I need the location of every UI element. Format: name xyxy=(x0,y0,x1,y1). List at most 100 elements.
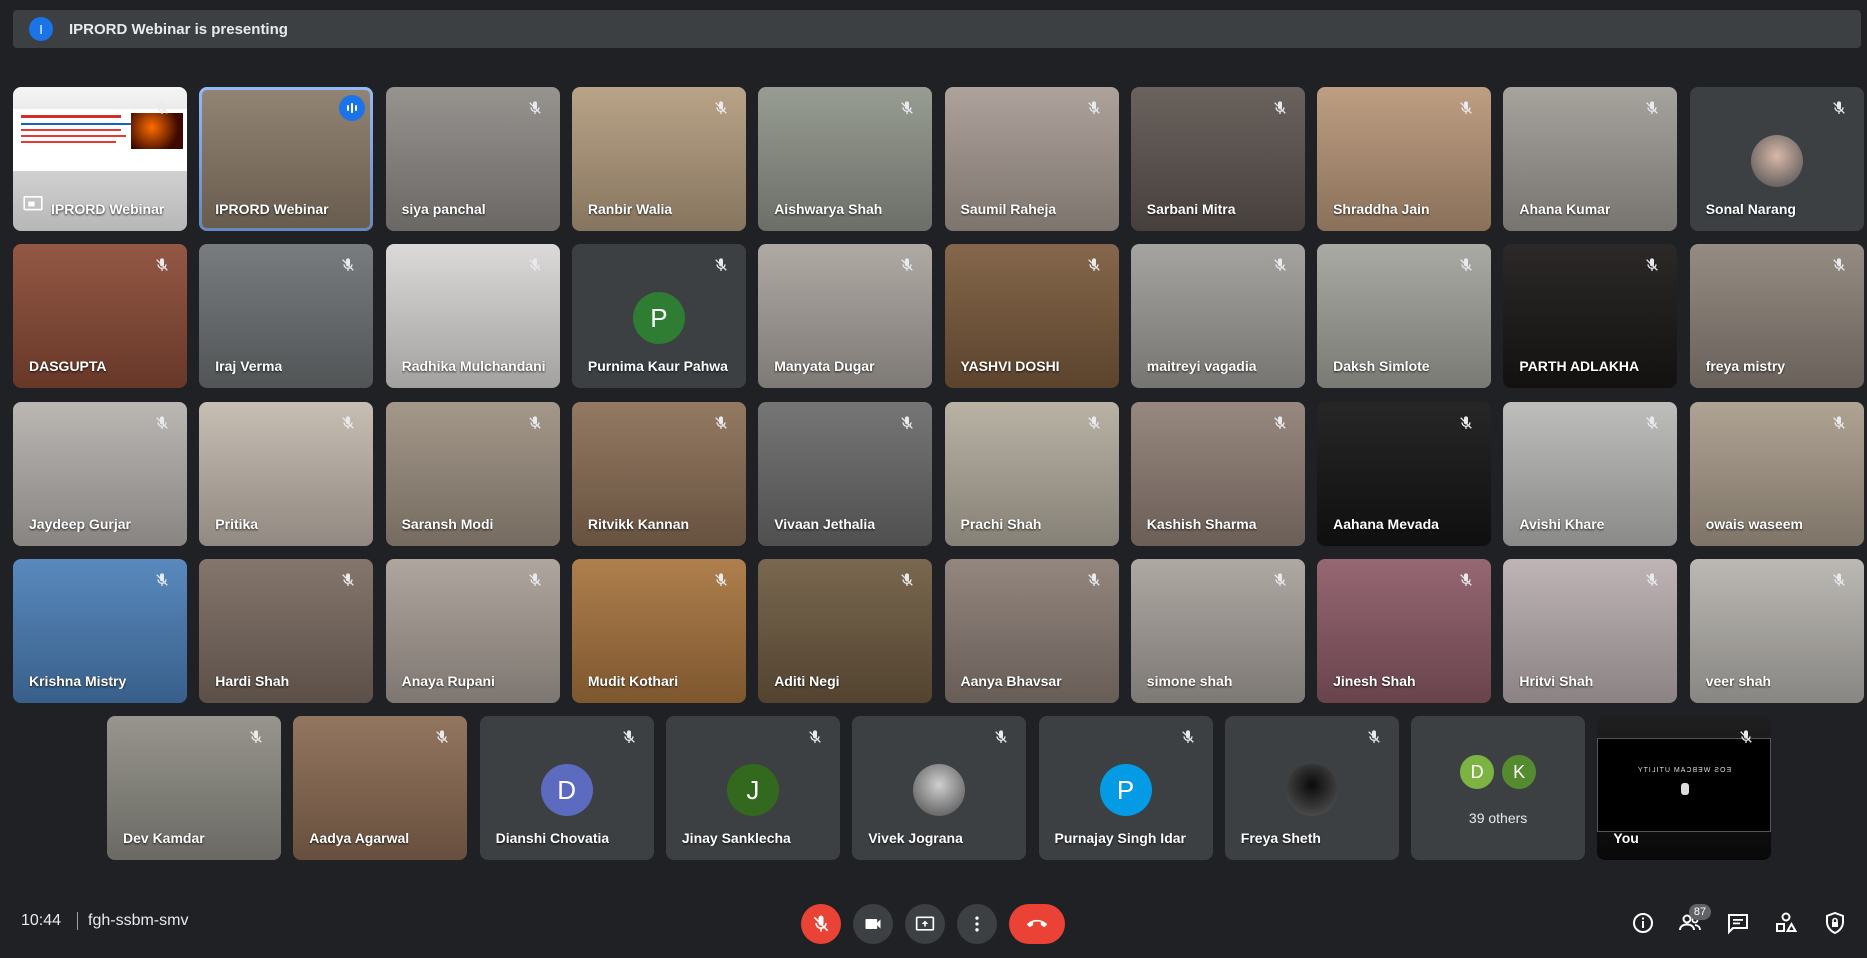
participant-name: Aditi Negi xyxy=(774,673,840,689)
participant-tile[interactable]: Aishwarya Shah xyxy=(758,87,933,231)
participant-tile[interactable]: simone shah xyxy=(1130,559,1305,703)
participant-tile[interactable]: maitreyi vagadia xyxy=(1130,244,1305,388)
participant-tile[interactable]: siya panchal xyxy=(385,87,560,231)
others-tile[interactable]: D K 39 others xyxy=(1411,716,1586,860)
participant-tile[interactable]: Radhika Mulchandani xyxy=(385,244,560,388)
participant-name: Manyata Dugar xyxy=(774,358,875,374)
mic-off-icon xyxy=(1455,412,1477,434)
participant-tile[interactable]: Vivek Jograna xyxy=(852,716,1027,860)
participant-name: Ranbir Walia xyxy=(587,201,673,217)
participant-tile[interactable]: Sonal Narang xyxy=(1689,87,1864,231)
participant-tile[interactable]: Aahana Mevada xyxy=(1317,402,1492,546)
participant-tile[interactable]: J Jinay Sanklecha xyxy=(665,716,840,860)
mic-off-icon xyxy=(1641,569,1663,591)
meeting-details-button[interactable] xyxy=(1630,910,1656,936)
participant-name: Saumil Raheja xyxy=(960,201,1057,217)
participant-tile[interactable]: Kashish Sharma xyxy=(1130,402,1305,546)
mic-toggle-button[interactable] xyxy=(801,904,841,944)
mic-off-icon xyxy=(1269,254,1291,276)
participant-tile[interactable]: Aanya Bhavsar xyxy=(944,559,1119,703)
participant-tile[interactable]: owais waseem xyxy=(1689,402,1864,546)
host-controls-button[interactable] xyxy=(1822,910,1848,936)
participant-name: Anaya Rupani xyxy=(401,673,495,689)
participant-tile[interactable]: Dev Kamdar xyxy=(107,716,281,860)
participant-name: Sarbani Mitra xyxy=(1146,201,1236,217)
participant-tile[interactable]: IPRORD Webinar xyxy=(199,87,374,231)
participants-count-badge: 87 xyxy=(1689,904,1711,920)
participant-tile[interactable]: PARTH ADLAKHA xyxy=(1503,244,1678,388)
leave-call-button[interactable] xyxy=(1009,904,1065,944)
participant-tile[interactable]: Sarbani Mitra xyxy=(1130,87,1305,231)
participant-tile[interactable]: Jinesh Shah xyxy=(1317,559,1492,703)
participant-tile[interactable]: Shraddha Jain xyxy=(1317,87,1492,231)
participant-tile[interactable]: Daksh Simlote xyxy=(1317,244,1492,388)
participant-tile[interactable]: Freya Sheth xyxy=(1224,716,1399,860)
participant-tile[interactable]: Aditi Negi xyxy=(758,559,933,703)
presenting-text: IPRORD Webinar is presenting xyxy=(69,20,288,38)
participant-tile[interactable]: IPRORD Webinar xyxy=(13,87,187,231)
participant-name: Aanya Bhavsar xyxy=(960,673,1062,689)
mic-off-icon xyxy=(896,569,918,591)
participant-tile[interactable]: D Dianshi Chovatia xyxy=(479,716,654,860)
participant-tile[interactable]: Mudit Kothari xyxy=(571,559,746,703)
participant-tile[interactable]: DASGUPTA xyxy=(13,244,187,388)
self-tile[interactable]: EOS WEBCAM UTILITY You xyxy=(1597,716,1772,860)
participant-tile[interactable]: Ahana Kumar xyxy=(1503,87,1678,231)
participant-name: YASHVI DOSHI xyxy=(960,358,1060,374)
chat-button[interactable] xyxy=(1725,910,1751,936)
more-options-button[interactable] xyxy=(957,904,997,944)
activities-button[interactable] xyxy=(1773,910,1799,936)
participant-tile[interactable]: Pritika xyxy=(199,402,374,546)
participant-tile[interactable]: Vivaan Jethalia xyxy=(758,402,933,546)
participant-tile[interactable]: P Purnima Kaur Pahwa xyxy=(571,244,746,388)
mic-off-icon xyxy=(1269,569,1291,591)
mic-off-icon xyxy=(1828,254,1850,276)
participant-tile[interactable]: Anaya Rupani xyxy=(385,559,560,703)
participant-name: Freya Sheth xyxy=(1240,830,1321,846)
mic-off-icon xyxy=(1828,97,1850,119)
participant-tile[interactable]: Prachi Shah xyxy=(944,402,1119,546)
mic-off-icon xyxy=(1735,726,1757,748)
others-count-label: 39 others xyxy=(1468,810,1528,826)
participant-tile[interactable]: freya mistry xyxy=(1689,244,1864,388)
participant-tile[interactable]: Iraj Verma xyxy=(199,244,374,388)
mic-off-icon xyxy=(1083,97,1105,119)
mic-off-icon xyxy=(618,726,640,748)
participant-name: Ritvikk Kannan xyxy=(587,516,690,532)
camera-icon xyxy=(865,919,881,929)
participant-tile[interactable]: Hritvi Shah xyxy=(1503,559,1678,703)
participant-tile[interactable]: Aadya Agarwal xyxy=(293,716,468,860)
participant-name: Sonal Narang xyxy=(1705,201,1796,217)
more-vert-icon xyxy=(975,916,979,932)
participant-avatar: P xyxy=(632,292,685,344)
participant-tile[interactable]: Saransh Modi xyxy=(385,402,560,546)
present-screen-button[interactable] xyxy=(905,904,945,944)
participant-tile[interactable]: Avishi Khare xyxy=(1503,402,1678,546)
participant-name: freya mistry xyxy=(1705,358,1786,374)
participant-tile[interactable]: Saumil Raheja xyxy=(944,87,1119,231)
mic-off-icon xyxy=(1455,254,1477,276)
participant-name: Purnima Kaur Pahwa xyxy=(587,358,728,374)
camera-toggle-button[interactable] xyxy=(853,904,893,944)
participant-name: You xyxy=(1613,830,1639,846)
mic-off-icon xyxy=(710,254,732,276)
participant-tile[interactable]: YASHVI DOSHI xyxy=(944,244,1119,388)
participant-tile[interactable]: Ranbir Walia xyxy=(571,87,746,231)
participant-tile[interactable]: veer shah xyxy=(1689,559,1864,703)
participant-tile[interactable]: Manyata Dugar xyxy=(758,244,933,388)
presentation-icon xyxy=(23,196,43,217)
participant-avatar: D xyxy=(540,764,593,816)
participant-tile[interactable]: P Purnajay Singh Idar xyxy=(1038,716,1213,860)
participant-name: Aadya Agarwal xyxy=(309,830,410,846)
mic-off-icon xyxy=(151,254,173,276)
end-call-icon xyxy=(1027,919,1047,928)
people-button[interactable]: 87 xyxy=(1677,904,1711,936)
participant-name: Aishwarya Shah xyxy=(774,201,883,217)
mic-off-icon xyxy=(524,97,546,119)
participant-tile[interactable]: Hardi Shah xyxy=(199,559,374,703)
participant-tile[interactable]: Jaydeep Gurjar xyxy=(13,402,187,546)
participant-tile[interactable]: Krishna Mistry xyxy=(13,559,187,703)
participant-tile[interactable]: Ritvikk Kannan xyxy=(571,402,746,546)
profile-photo xyxy=(1750,135,1803,187)
mic-off-icon xyxy=(1641,412,1663,434)
